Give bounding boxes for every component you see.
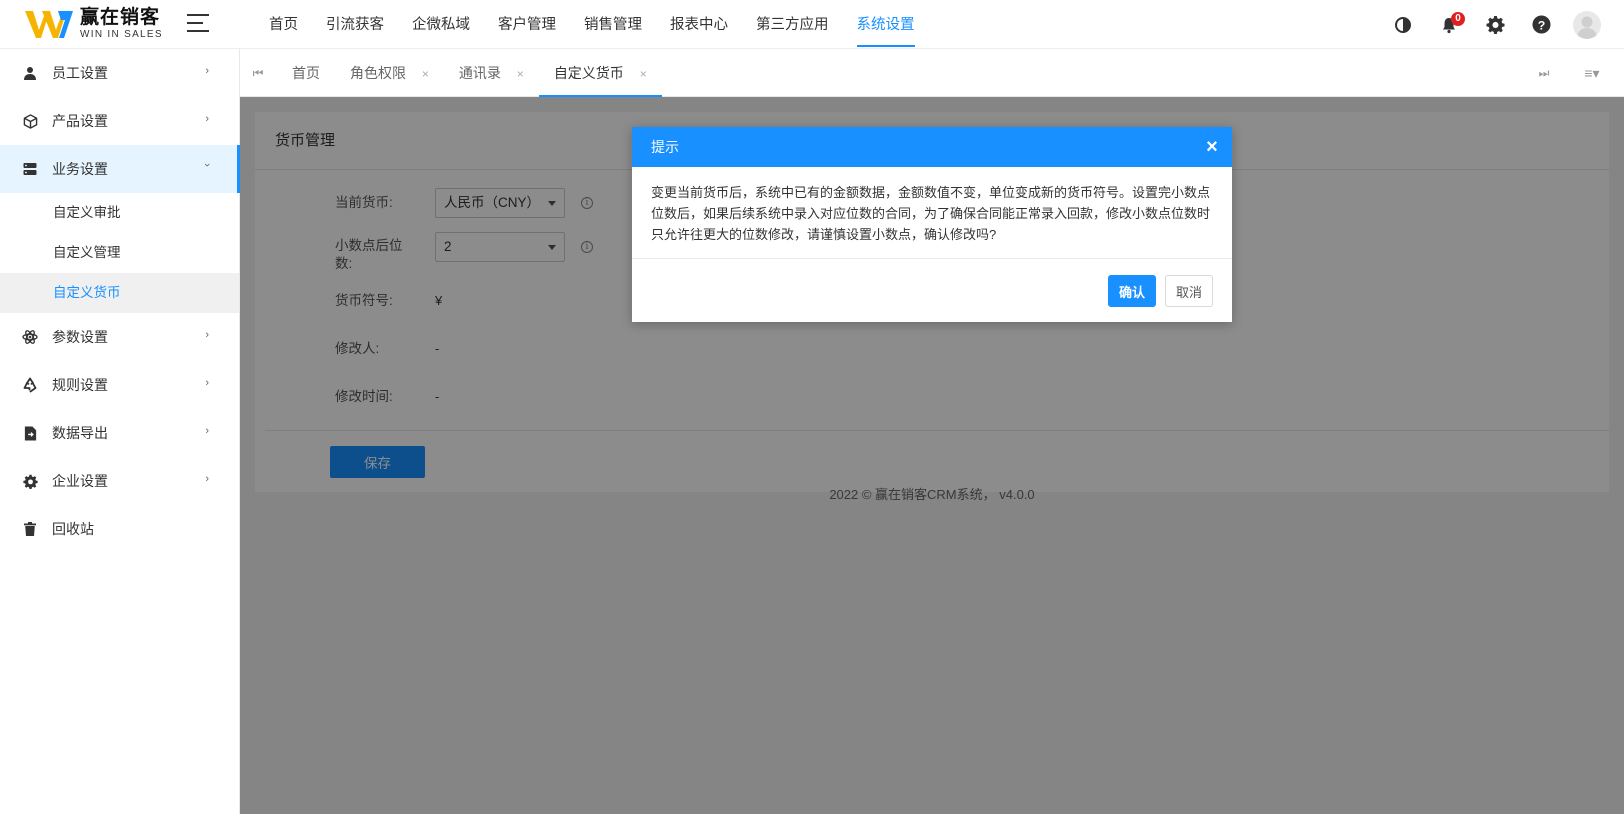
topnav-item-sales-management[interactable]: 销售管理 (570, 0, 656, 49)
user-avatar[interactable] (1564, 0, 1610, 49)
sidebar-item-label: 产品设置 (52, 113, 108, 129)
moon-icon[interactable] (1380, 0, 1426, 49)
topnav-item-report-center[interactable]: 报表中心 (656, 0, 742, 49)
sidebar-subitem-custom-currency[interactable]: 自定义货币 (0, 273, 239, 313)
brand-name-cn: 赢在销客 (80, 7, 161, 28)
close-icon[interactable]: × (1202, 127, 1222, 167)
sidebar-item-enterprise-settings[interactable]: 企业设置 › (0, 457, 239, 505)
scroll-tabs-left-icon[interactable]: ⏮ (246, 49, 270, 97)
bell-icon[interactable]: 0 (1426, 0, 1472, 49)
sidebar-item-label: 数据导出 (52, 425, 108, 441)
help-icon[interactable]: ? (1518, 0, 1564, 49)
notification-count-badge: 0 (1451, 12, 1465, 26)
chevron-right-icon: › (205, 473, 209, 485)
topnav-item-customer-management[interactable]: 客户管理 (484, 0, 570, 49)
tab-custom-currency[interactable]: 自定义货币 × (538, 49, 662, 97)
recycle-icon (22, 377, 38, 393)
sidebar-item-label: 业务设置 (52, 161, 108, 177)
topnav-item-system-settings[interactable]: 系统设置 (843, 0, 929, 49)
tab-label: 通讯录 (458, 65, 501, 81)
sidebar-item-recycle-bin[interactable]: 回收站 (0, 505, 239, 553)
cancel-button[interactable]: 取消 (1165, 275, 1213, 307)
sidebar-item-rule-settings[interactable]: 规则设置 › (0, 361, 239, 409)
atom-icon (22, 329, 38, 345)
gear-icon[interactable] (1472, 0, 1518, 49)
gear-icon (22, 473, 38, 489)
chevron-right-icon: › (205, 65, 209, 77)
tab-label: 首页 (292, 65, 320, 81)
top-header: 赢在销客 WIN IN SALES 首页 引流获客 企微私域 客户管理 销售管理… (0, 0, 1624, 49)
tab-close-icon[interactable]: × (640, 67, 647, 81)
topnav-item-home[interactable]: 首页 (255, 0, 312, 49)
top-navigation: 首页 引流获客 企微私域 客户管理 销售管理 报表中心 第三方应用 系统设置 (255, 0, 929, 49)
confirm-dialog: 提示 × 变更当前货币后，系统中已有的金额数据，金额数值不变，单位变成新的货币符… (632, 127, 1232, 322)
file-export-icon (22, 425, 38, 441)
sidebar-item-product-settings[interactable]: 产品设置 › (0, 97, 239, 145)
dialog-footer: 确认 取消 (1108, 275, 1213, 307)
chevron-right-icon: › (205, 425, 209, 437)
brand-logo[interactable]: 赢在销客 WIN IN SALES (24, 8, 163, 40)
tab-label: 角色权限 (350, 65, 406, 81)
scroll-tabs-right-icon[interactable]: ⏭ (1532, 49, 1556, 97)
sidebar-item-label: 员工设置 (52, 65, 108, 81)
tab-label: 自定义货币 (553, 65, 624, 81)
dialog-message: 变更当前货币后，系统中已有的金额数据，金额数值不变，单位变成新的货币符号。设置完… (632, 167, 1232, 259)
brand-name-en: WIN IN SALES (80, 29, 163, 40)
sidebar-item-data-export[interactable]: 数据导出 › (0, 409, 239, 457)
sidebar-item-label: 规则设置 (52, 377, 108, 393)
sidebar-item-parameter-settings[interactable]: 参数设置 › (0, 313, 239, 361)
confirm-button[interactable]: 确认 (1108, 275, 1156, 307)
header-toolbar: 0 ? (1380, 0, 1610, 49)
sidebar-item-business-settings[interactable]: 业务设置 › (0, 145, 240, 193)
topnav-item-lead-acquisition[interactable]: 引流获客 (312, 0, 398, 49)
tab-options-menu-icon[interactable]: ≡▾ (1572, 49, 1612, 97)
tab-contacts[interactable]: 通讯录 × (444, 49, 539, 97)
user-icon (22, 65, 38, 81)
topnav-item-third-party-apps[interactable]: 第三方应用 (742, 0, 843, 49)
sidebar-subitem-custom-approval[interactable]: 自定义审批 (0, 193, 239, 233)
chevron-right-icon: › (205, 329, 209, 341)
tab-close-icon[interactable]: × (517, 67, 524, 81)
chevron-right-icon: › (205, 377, 209, 389)
sidebar-item-employee-settings[interactable]: 员工设置 › (0, 49, 239, 97)
logo-mark-icon (25, 11, 73, 38)
chevron-right-icon: › (205, 113, 209, 125)
dialog-header: 提示 × (632, 127, 1232, 167)
sidebar-item-label: 回收站 (52, 521, 94, 537)
chevron-down-icon: › (201, 163, 214, 167)
svg-text:?: ? (1537, 18, 1545, 32)
sidebar-item-label: 参数设置 (52, 329, 108, 345)
trash-icon (22, 521, 38, 537)
tab-home[interactable]: 首页 (277, 49, 335, 97)
dialog-title: 提示 (651, 139, 679, 155)
tab-role-permissions[interactable]: 角色权限 × (335, 49, 444, 97)
menu-toggle-icon[interactable] (187, 14, 209, 34)
topnav-item-wecom-private[interactable]: 企微私域 (398, 0, 484, 49)
sidebar: 员工设置 › 产品设置 › 业务设置 › 自定义审批 自定义管理 自定义货币 参… (0, 49, 240, 814)
page-tab-bar: ⏮ 首页 角色权限 × 通讯录 × 自定义货币 × ⏭ ≡▾ (240, 49, 1624, 97)
server-icon (22, 161, 38, 177)
cube-icon (22, 113, 38, 129)
sidebar-item-label: 企业设置 (52, 473, 108, 489)
sidebar-subitem-custom-management[interactable]: 自定义管理 (0, 233, 239, 273)
tab-close-icon[interactable]: × (422, 67, 429, 81)
